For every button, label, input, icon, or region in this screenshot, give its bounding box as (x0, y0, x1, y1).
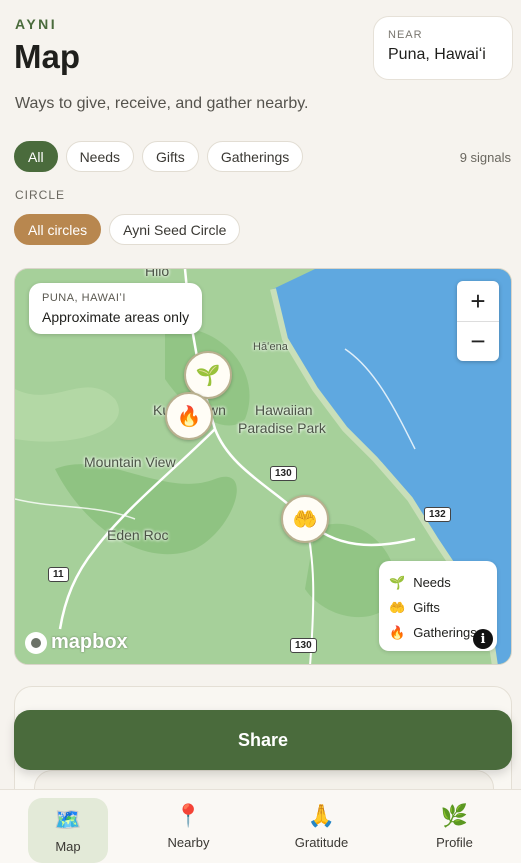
place-label: Hāʻena (253, 341, 288, 353)
gifts-pin[interactable]: 🤲 (281, 495, 329, 543)
bottom-nav: 🗺️ Map 📍 Nearby 🙏 Gratitude 🌿 Profile (0, 789, 521, 863)
mapbox-wordmark: mapbox (51, 631, 128, 653)
legend-item-needs: 🌱 Needs (389, 570, 487, 595)
mapbox-logo[interactable]: mapbox (25, 631, 128, 654)
road-shield: 130 (270, 466, 297, 481)
place-label: Hawaiian (255, 402, 313, 418)
mapbox-mark-icon (25, 631, 47, 654)
gathering-pin[interactable]: 🔥 (165, 392, 213, 440)
area-info-card: PUNA, HAWAIʻI Approximate areas only (29, 283, 203, 334)
filter-needs-chip[interactable]: Needs (65, 141, 135, 172)
zoom-in-button[interactable]: + (457, 281, 499, 321)
location-label: NEAR (388, 29, 423, 41)
location-card[interactable]: NEAR Puna, Hawaiʻi (373, 16, 513, 80)
open-hands-icon: 🤲 (292, 508, 318, 531)
filter-all-chip[interactable]: All (14, 141, 58, 172)
info-icon[interactable]: i (473, 629, 493, 649)
zoom-out-button[interactable]: − (457, 321, 499, 361)
nav-item-profile[interactable]: 🌿 Profile (388, 790, 521, 863)
filter-gatherings-chip[interactable]: Gatherings (206, 141, 304, 172)
fire-icon: 🔥 (176, 405, 202, 428)
road-shield: 130 (290, 638, 317, 653)
nav-label: Gratitude (294, 835, 349, 850)
circle-ayni-seed-chip[interactable]: Ayni Seed Circle (109, 214, 241, 245)
circle-filter-row: All circles Ayni Seed Circle (14, 214, 241, 245)
zoom-control: + − (457, 281, 499, 361)
brand-name: AYNI (15, 16, 58, 32)
area-note: Approximate areas only (42, 309, 190, 325)
sprout-icon: 🌱 (195, 364, 221, 387)
open-hands-icon: 🤲 (389, 599, 406, 615)
legend-item-gifts: 🤲 Gifts (389, 595, 487, 620)
nav-item-nearby[interactable]: 📍 Nearby (122, 790, 255, 863)
nav-label: Map (55, 839, 81, 854)
area-title: PUNA, HAWAIʻI (42, 292, 126, 304)
nav-item-gratitude[interactable]: 🙏 Gratitude (255, 790, 388, 863)
pray-icon: 🙏 (307, 803, 336, 828)
place-label: Mountain View (84, 454, 176, 470)
page-subtitle: Ways to give, receive, and gather nearby… (15, 95, 309, 112)
legend-label: Gifts (413, 600, 440, 615)
road-shield: 132 (424, 507, 451, 522)
nav-label: Nearby (167, 835, 210, 850)
map-icon: 🗺️ (54, 807, 82, 832)
circle-section-label: CIRCLE (15, 188, 66, 202)
share-button[interactable]: Share (14, 710, 512, 770)
location-value: Puna, Hawaiʻi (388, 46, 486, 63)
nav-item-map[interactable]: 🗺️ Map (28, 798, 108, 863)
place-label: Hilo (145, 268, 170, 279)
road-shield: 11 (48, 567, 69, 582)
page-title: Map (14, 38, 80, 75)
type-filter-row: All Needs Gifts Gatherings (14, 141, 304, 172)
filter-gifts-chip[interactable]: Gifts (142, 141, 199, 172)
sprout-icon: 🌱 (389, 574, 406, 590)
herb-icon: 🌿 (440, 803, 469, 828)
place-label: Paradise Park (238, 420, 326, 436)
signal-count: 9 signals (459, 150, 511, 165)
place-label: Eden Roc (107, 527, 169, 543)
map-view[interactable]: Hilo Hāʻena Ku wn Hawaiian Paradise Park… (14, 268, 512, 665)
legend-label: Gatherings (413, 625, 477, 640)
fire-icon: 🔥 (389, 624, 406, 640)
legend-label: Needs (413, 575, 451, 590)
nav-label: Profile (436, 835, 473, 850)
circle-all-chip[interactable]: All circles (14, 214, 102, 245)
pin-icon: 📍 (174, 803, 203, 828)
